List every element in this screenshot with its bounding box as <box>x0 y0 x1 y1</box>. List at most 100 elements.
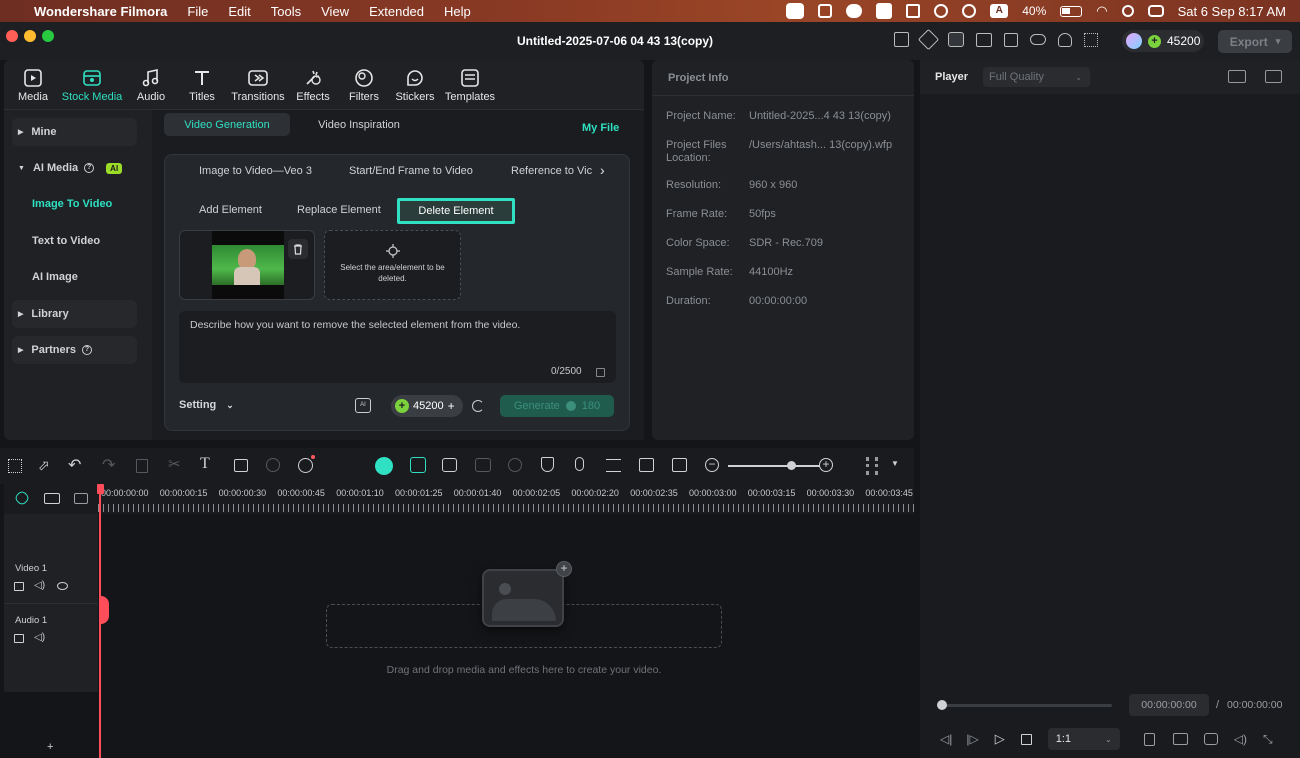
battery-icon[interactable] <box>1060 5 1083 17</box>
export-button[interactable]: Export ▾ <box>1218 30 1292 53</box>
menu-extended[interactable]: Extended <box>369 4 424 19</box>
status-app-icon[interactable] <box>818 4 833 18</box>
eye-icon[interactable] <box>57 582 68 590</box>
menu-view[interactable]: View <box>321 4 349 19</box>
play-circle-icon[interactable] <box>962 4 977 18</box>
toolbar-stock-media[interactable]: Stock Media <box>60 66 124 103</box>
mode-image-to-video-veo3[interactable]: Image to Video—Veo 3 <box>199 165 312 177</box>
player-scrubber-track[interactable] <box>940 704 1112 707</box>
zoom-in-icon[interactable]: + <box>819 458 833 472</box>
app-menu[interactable]: Wondershare Filmora <box>34 4 167 19</box>
playhead-handle[interactable] <box>97 484 104 494</box>
toolbar-transitions[interactable]: Transitions <box>228 66 288 103</box>
fit-icon[interactable] <box>672 458 687 472</box>
credits-pill[interactable]: + 45200 <box>1122 30 1204 52</box>
snapshot-icon[interactable] <box>1203 733 1218 745</box>
prompt-textarea[interactable]: Describe how you want to remove the sele… <box>179 311 616 383</box>
setting-dropdown[interactable]: Setting ⌄ <box>179 399 234 411</box>
tab-video-inspiration[interactable]: Video Inspiration <box>300 113 418 136</box>
auto-reframe-icon[interactable] <box>442 458 457 472</box>
caret-down-icon[interactable]: ▼ <box>891 459 899 468</box>
add-media-icon[interactable]: + <box>556 561 572 577</box>
toolbar-media[interactable]: Media <box>8 66 58 103</box>
folder-icon[interactable] <box>14 582 24 591</box>
layout-icon[interactable] <box>976 32 992 47</box>
status-app-icon[interactable] <box>846 4 863 18</box>
refresh-icon[interactable] <box>472 400 484 412</box>
mute-icon[interactable]: ◁) <box>34 632 45 643</box>
play-icon[interactable]: ▷ <box>995 731 1005 747</box>
generate-button[interactable]: Generate 180 <box>500 395 614 417</box>
input-source-icon[interactable]: A <box>990 4 1009 18</box>
minimize-window-button[interactable] <box>24 30 36 42</box>
zoom-slider[interactable] <box>728 465 820 467</box>
uploaded-image-box[interactable] <box>179 230 315 300</box>
trash-icon[interactable] <box>288 239 308 259</box>
mute-icon[interactable]: ◁) <box>34 580 45 591</box>
info-icon[interactable]: ? <box>82 345 93 355</box>
player-viewport[interactable] <box>920 94 1300 684</box>
chevron-right-icon[interactable]: › <box>600 162 605 178</box>
redo-icon[interactable]: ↷ <box>102 455 115 475</box>
save-icon[interactable] <box>1004 32 1018 47</box>
cut-icon[interactable]: ✂ <box>168 455 181 473</box>
control-center-icon[interactable] <box>1147 5 1164 17</box>
sidebar-item-image-to-video[interactable]: Image To Video <box>12 190 137 218</box>
track-settings-icon[interactable] <box>866 457 878 475</box>
media-library-icon[interactable] <box>948 32 964 47</box>
ai-copilot-icon[interactable] <box>375 457 393 475</box>
wifi-icon[interactable]: ◠ <box>1096 3 1107 19</box>
playhead-drag-tab[interactable] <box>99 596 109 624</box>
menu-edit[interactable]: Edit <box>228 4 250 19</box>
apps-grid-icon[interactable] <box>1084 32 1098 47</box>
my-file-link[interactable]: My File <box>582 122 619 134</box>
datetime[interactable]: Sat 6 Sep 8:17 AM <box>1178 4 1286 19</box>
sidebar-item-text-to-video[interactable]: Text to Video <box>12 227 137 255</box>
speed-icon[interactable] <box>508 458 522 472</box>
menu-file[interactable]: File <box>187 4 208 19</box>
pip-icon[interactable] <box>639 458 654 472</box>
close-window-button[interactable] <box>6 30 18 42</box>
prev-frame-icon[interactable]: ◁| <box>940 732 952 746</box>
time-current-field[interactable]: 00:00:00:00 <box>1129 694 1209 716</box>
clear-text-icon[interactable] <box>596 368 605 377</box>
status-app-icon[interactable] <box>876 3 893 19</box>
send-icon[interactable] <box>917 28 940 51</box>
sidebar-item-mine[interactable]: ▶ Mine <box>12 118 137 146</box>
marker-icon[interactable] <box>1143 732 1155 746</box>
select-area-box[interactable]: Select the area/element to be deleted. <box>324 230 461 300</box>
ai-tool-icon[interactable] <box>298 458 313 473</box>
player-scrubber-handle[interactable] <box>937 700 947 710</box>
toolbar-audio[interactable]: Audio <box>126 66 176 103</box>
layout-grid-icon[interactable] <box>8 459 22 473</box>
zoom-out-icon[interactable]: − <box>705 458 719 472</box>
waveform-icon[interactable] <box>1265 70 1282 83</box>
zoom-window-button[interactable] <box>42 30 54 42</box>
toolbar-filters[interactable]: Filters <box>339 66 389 103</box>
add-track-plus-icon[interactable]: + <box>47 741 53 753</box>
subtab-delete-element[interactable]: Delete Element <box>397 198 515 224</box>
text-tool-icon[interactable]: T <box>200 455 210 473</box>
aspect-ratio-dropdown[interactable]: 1:1 ⌄ <box>1047 728 1120 750</box>
menu-help[interactable]: Help <box>444 4 471 19</box>
mode-start-end-frame[interactable]: Start/End Frame to Video <box>349 165 473 177</box>
sidebar-item-library[interactable]: ▶ Library <box>12 300 137 328</box>
display-icon[interactable] <box>1172 733 1188 745</box>
undo-icon[interactable]: ↶ <box>68 455 81 475</box>
color-icon[interactable] <box>266 458 280 472</box>
toolbar-effects[interactable]: Effects <box>288 66 338 103</box>
gen-credits-pill[interactable]: + 45200 + <box>391 395 463 417</box>
add-track-icon[interactable] <box>44 493 60 504</box>
sidebar-item-ai-media[interactable]: ▼ AI Media ? AI <box>12 154 137 182</box>
toolbar-stickers[interactable]: Stickers <box>390 66 440 103</box>
sidebar-item-partners[interactable]: ▶ Partners ? <box>12 336 137 364</box>
next-frame-icon[interactable]: |▷ <box>966 732 978 746</box>
zoom-slider-handle[interactable] <box>787 461 796 470</box>
status-app-icon[interactable] <box>786 3 805 19</box>
status-app-icon[interactable] <box>906 4 921 18</box>
folder-icon[interactable] <box>14 634 24 643</box>
toolbar-titles[interactable]: Titles <box>177 66 227 103</box>
quality-dropdown[interactable]: Full Quality ⌄ <box>983 67 1090 87</box>
toolbar-templates[interactable]: Templates <box>444 66 496 103</box>
tab-video-generation[interactable]: Video Generation <box>164 113 290 136</box>
